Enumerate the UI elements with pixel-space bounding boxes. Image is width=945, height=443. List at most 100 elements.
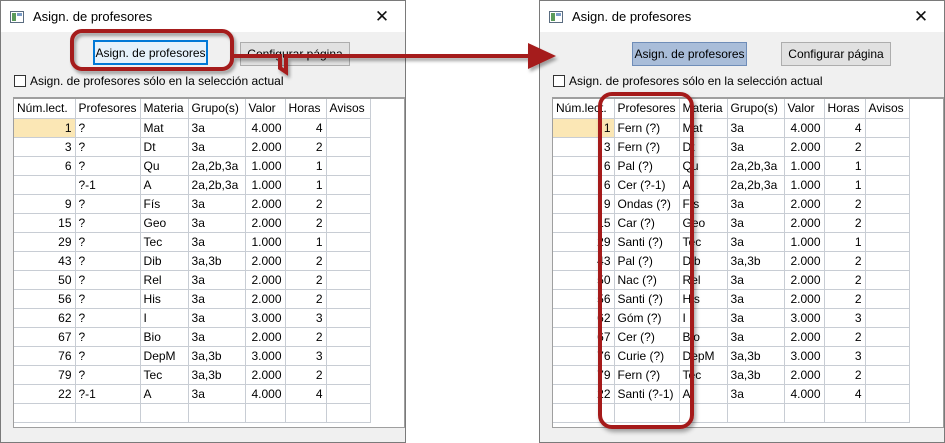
table-cell[interactable]: 3 xyxy=(824,308,866,328)
table-row[interactable]: ?-1 A 2a,2b,3a 1.000 1 xyxy=(14,175,371,195)
table-cell[interactable] xyxy=(326,289,371,309)
table-cell[interactable]: ? xyxy=(75,194,141,214)
close-button[interactable]: ✕ xyxy=(359,1,405,32)
table-cell[interactable] xyxy=(865,327,910,347)
table-cell[interactable]: 22 xyxy=(14,384,76,404)
table-cell[interactable] xyxy=(865,346,910,366)
table-cell[interactable]: ? xyxy=(75,213,141,233)
table-cell[interactable]: Tec xyxy=(679,365,728,385)
table-cell[interactable]: 43 xyxy=(14,251,76,271)
table-cell[interactable]: 3a,3b xyxy=(188,346,246,366)
table-cell[interactable]: 2.000 xyxy=(245,213,286,233)
table-cell[interactable]: 76 xyxy=(14,346,76,366)
table-cell[interactable]: 2 xyxy=(285,289,327,309)
table-cell[interactable]: 3a xyxy=(188,118,246,138)
table-cell[interactable]: Qu xyxy=(679,156,728,176)
table-row[interactable]: 1? Mat 3a 4.000 4 xyxy=(14,118,371,138)
table-cell[interactable]: 2 xyxy=(824,270,866,290)
table-cell[interactable]: 4.000 xyxy=(784,384,825,404)
table-cell[interactable] xyxy=(326,327,371,347)
selection-only-checkbox[interactable] xyxy=(553,75,565,87)
table-row[interactable]: 1 Fern (?) Mat 3a 4.000 4 xyxy=(553,118,910,138)
table-cell[interactable] xyxy=(140,403,189,423)
table-cell[interactable]: ? xyxy=(75,156,141,176)
table-cell[interactable]: 3 xyxy=(824,346,866,366)
table-row[interactable]: 43 Pal (?) Dib 3a,3b 2.000 2 xyxy=(553,251,910,271)
selection-only-checkbox-row[interactable]: Asign. de profesores sólo en la selecció… xyxy=(14,74,283,88)
assign-teachers-button[interactable]: Asign. de profesores xyxy=(93,40,208,65)
table-row[interactable]: 29 Santi (?) Tec 3a 1.000 1 xyxy=(553,232,910,252)
table-row[interactable]: 62 Góm (?) I 3a 3.000 3 xyxy=(553,308,910,328)
table-cell[interactable]: 2.000 xyxy=(784,194,825,214)
table-cell[interactable]: 4 xyxy=(824,384,866,404)
table-row[interactable]: 62? I 3a 3.000 3 xyxy=(14,308,371,328)
table-row[interactable]: 22 ?-1 A 3a 4.000 4 xyxy=(14,384,371,404)
table-cell[interactable]: Dib xyxy=(140,251,189,271)
table-cell[interactable]: 79 xyxy=(553,365,615,385)
table-cell[interactable]: 2a,2b,3a xyxy=(188,175,246,195)
table-cell[interactable] xyxy=(326,308,371,328)
table-cell[interactable]: 3a xyxy=(188,270,246,290)
table-cell[interactable]: Tec xyxy=(140,232,189,252)
table-cell[interactable]: 3a xyxy=(188,289,246,309)
table-cell[interactable]: Góm (?) xyxy=(614,308,680,328)
table-cell[interactable] xyxy=(326,175,371,195)
table-cell[interactable]: ?-1 xyxy=(75,384,141,404)
table-cell[interactable]: 6 xyxy=(553,175,615,195)
table-cell[interactable] xyxy=(865,251,910,271)
table-row[interactable]: 67 Cer (?) Bio 3a 2.000 2 xyxy=(553,327,910,347)
table-cell[interactable]: 3a,3b xyxy=(727,365,785,385)
table-cell[interactable]: 6 xyxy=(14,156,76,176)
table-cell[interactable] xyxy=(285,403,327,423)
column-header[interactable]: Avisos xyxy=(865,99,910,119)
table-cell[interactable]: 1 xyxy=(14,118,76,138)
table-cell[interactable]: 3a,3b xyxy=(727,346,785,366)
table-cell[interactable] xyxy=(865,384,910,404)
selection-only-checkbox[interactable] xyxy=(14,75,26,87)
table-cell[interactable]: A xyxy=(679,384,728,404)
table-cell[interactable]: 3a,3b xyxy=(188,251,246,271)
column-header[interactable]: Núm.lect. xyxy=(553,99,615,119)
table-row[interactable]: 43? Dib 3a,3b 2.000 2 xyxy=(14,251,371,271)
table-cell[interactable]: ? xyxy=(75,270,141,290)
table-cell[interactable]: 4 xyxy=(824,118,866,138)
table-cell[interactable] xyxy=(326,270,371,290)
table-cell[interactable]: 4 xyxy=(285,118,327,138)
table-row[interactable]: 9? Fís 3a 2.000 2 xyxy=(14,194,371,214)
table-cell[interactable] xyxy=(326,118,371,138)
table-cell[interactable]: I xyxy=(140,308,189,328)
table-cell[interactable]: 79 xyxy=(14,365,76,385)
table-cell[interactable] xyxy=(865,232,910,252)
table-cell[interactable]: A xyxy=(679,175,728,195)
table-cell[interactable]: 3a xyxy=(727,289,785,309)
table-cell[interactable]: 2 xyxy=(824,137,866,157)
table-cell[interactable]: 9 xyxy=(14,194,76,214)
table-row[interactable]: 3? Dt 3a 2.000 2 xyxy=(14,137,371,157)
table-cell[interactable]: 3 xyxy=(285,346,327,366)
table-cell[interactable]: 3a xyxy=(188,232,246,252)
table-cell[interactable]: 2 xyxy=(285,365,327,385)
selection-only-checkbox-row[interactable]: Asign. de profesores sólo en la selecció… xyxy=(553,74,822,88)
table-cell[interactable] xyxy=(326,194,371,214)
table-cell[interactable]: Pal (?) xyxy=(614,156,680,176)
table-cell[interactable] xyxy=(865,289,910,309)
table-cell[interactable]: 3 xyxy=(285,308,327,328)
table-cell[interactable]: 1 xyxy=(285,175,327,195)
table-cell[interactable]: 6 xyxy=(553,156,615,176)
table-cell[interactable] xyxy=(865,175,910,195)
table-cell[interactable]: 1 xyxy=(285,156,327,176)
table-cell[interactable]: 3a xyxy=(727,118,785,138)
table-cell[interactable]: 56 xyxy=(553,289,615,309)
table-row[interactable]: 50? Rel 3a 2.000 2 xyxy=(14,270,371,290)
table-cell[interactable]: 3a xyxy=(188,213,246,233)
table-cell[interactable] xyxy=(245,403,286,423)
column-header[interactable]: Grupo(s) xyxy=(727,99,785,119)
table-cell[interactable]: 3a xyxy=(727,270,785,290)
table-cell[interactable]: 4.000 xyxy=(245,118,286,138)
table-cell[interactable]: ? xyxy=(75,137,141,157)
table-cell[interactable] xyxy=(614,403,680,423)
table-row[interactable]: 79? Tec 3a,3b 2.000 2 xyxy=(14,365,371,385)
table-cell[interactable]: Fís xyxy=(140,194,189,214)
configure-page-button[interactable]: Configurar página xyxy=(781,42,891,66)
table-cell[interactable] xyxy=(14,175,76,195)
